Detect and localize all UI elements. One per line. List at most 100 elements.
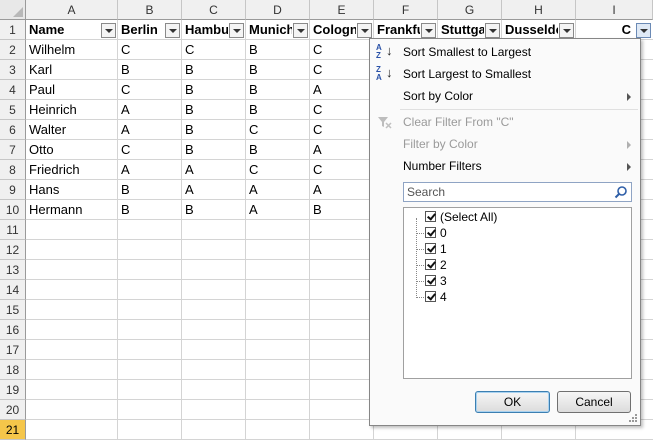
sort-smallest-to-largest[interactable]: A Z ↓ Sort Smallest to Largest bbox=[370, 41, 640, 63]
column-header-h[interactable]: H bbox=[502, 0, 576, 20]
row-header-5[interactable]: 5 bbox=[0, 100, 26, 120]
row-header-4[interactable]: 4 bbox=[0, 80, 26, 100]
row-header-16[interactable]: 16 bbox=[0, 320, 26, 340]
ok-button[interactable]: OK bbox=[475, 391, 550, 413]
row-header-9[interactable]: 9 bbox=[0, 180, 26, 200]
filter-dropdown-a[interactable] bbox=[101, 23, 116, 38]
header-cell[interactable]: Cologn bbox=[310, 20, 356, 40]
cell[interactable]: B bbox=[118, 200, 182, 220]
cell[interactable]: Walter bbox=[26, 120, 118, 140]
cell[interactable]: A bbox=[310, 140, 374, 160]
filter-dropdown-e[interactable] bbox=[357, 23, 372, 38]
row-header-20[interactable]: 20 bbox=[0, 400, 26, 420]
row-header-19[interactable]: 19 bbox=[0, 380, 26, 400]
resize-grip-icon[interactable] bbox=[628, 413, 638, 423]
header-cell[interactable]: Munich bbox=[246, 20, 292, 40]
cell[interactable]: C bbox=[118, 40, 182, 60]
row-header-8[interactable]: 8 bbox=[0, 160, 26, 180]
cell[interactable]: A bbox=[118, 120, 182, 140]
cell[interactable]: A bbox=[310, 80, 374, 100]
column-header-d[interactable]: D bbox=[246, 0, 310, 20]
cell[interactable]: B bbox=[246, 80, 310, 100]
row-header-14[interactable]: 14 bbox=[0, 280, 26, 300]
cell[interactable]: A bbox=[246, 180, 310, 200]
header-cell[interactable]: Stuttga bbox=[438, 20, 484, 40]
row-header-10[interactable]: 10 bbox=[0, 200, 26, 220]
header-cell[interactable]: Dusseldo bbox=[502, 20, 558, 40]
filter-dropdown-f[interactable] bbox=[421, 23, 436, 38]
filter-dropdown-b[interactable] bbox=[165, 23, 180, 38]
select-all-corner[interactable] bbox=[0, 0, 26, 20]
filter-dropdown-g[interactable] bbox=[485, 23, 500, 38]
header-cell[interactable]: Berlin bbox=[118, 20, 164, 40]
cell[interactable]: C bbox=[246, 160, 310, 180]
cell[interactable]: B bbox=[182, 60, 246, 80]
column-header-e[interactable]: E bbox=[310, 0, 374, 20]
cell[interactable]: Karl bbox=[26, 60, 118, 80]
cell[interactable]: Hans bbox=[26, 180, 118, 200]
filter-value-checkbox[interactable] bbox=[425, 291, 436, 302]
cell[interactable]: A bbox=[246, 200, 310, 220]
row-header-17[interactable]: 17 bbox=[0, 340, 26, 360]
cell[interactable]: B bbox=[182, 140, 246, 160]
select-all-checkbox[interactable] bbox=[425, 211, 436, 222]
filter-value-checkbox[interactable] bbox=[425, 243, 436, 254]
cell[interactable]: Hermann bbox=[26, 200, 118, 220]
row-header-6[interactable]: 6 bbox=[0, 120, 26, 140]
filter-value-checkbox[interactable] bbox=[425, 275, 436, 286]
cell[interactable]: C bbox=[118, 80, 182, 100]
cell[interactable]: C bbox=[182, 40, 246, 60]
cell[interactable]: Wilhelm bbox=[26, 40, 118, 60]
column-header-f[interactable]: F bbox=[374, 0, 438, 20]
filter-value-item[interactable]: 1 bbox=[404, 241, 604, 257]
column-header-a[interactable]: A bbox=[26, 0, 118, 20]
cell[interactable]: B bbox=[118, 180, 182, 200]
cell[interactable]: B bbox=[246, 40, 310, 60]
cell[interactable]: B bbox=[246, 100, 310, 120]
row-header-1[interactable]: 1 bbox=[0, 20, 26, 40]
cell[interactable]: A bbox=[310, 180, 374, 200]
sort-largest-to-smallest[interactable]: Z A ↓ Sort Largest to Smallest bbox=[370, 63, 640, 85]
row-header-18[interactable]: 18 bbox=[0, 360, 26, 380]
cancel-button[interactable]: Cancel bbox=[557, 391, 631, 413]
filter-dropdown-c[interactable] bbox=[229, 23, 244, 38]
column-header-b[interactable]: B bbox=[118, 0, 182, 20]
column-header-i[interactable]: I bbox=[576, 0, 653, 20]
number-filters[interactable]: Number Filters bbox=[370, 155, 640, 177]
cell[interactable]: B bbox=[118, 60, 182, 80]
cell[interactable]: B bbox=[182, 120, 246, 140]
cell[interactable]: B bbox=[182, 200, 246, 220]
cell[interactable]: Friedrich bbox=[26, 160, 118, 180]
filter-dropdown-d[interactable] bbox=[293, 23, 308, 38]
header-cell[interactable]: C bbox=[576, 20, 635, 40]
cell[interactable]: A bbox=[118, 100, 182, 120]
cell[interactable]: C bbox=[310, 40, 374, 60]
cell[interactable]: B bbox=[182, 100, 246, 120]
row-header-21[interactable]: 21 bbox=[0, 420, 26, 440]
cell[interactable]: Heinrich bbox=[26, 100, 118, 120]
filter-value-item[interactable]: 2 bbox=[404, 257, 604, 273]
select-all-item[interactable]: (Select All) bbox=[404, 209, 604, 225]
row-header-3[interactable]: 3 bbox=[0, 60, 26, 80]
row-header-13[interactable]: 13 bbox=[0, 260, 26, 280]
row-header-12[interactable]: 12 bbox=[0, 240, 26, 260]
cell[interactable]: B bbox=[182, 80, 246, 100]
filter-dropdown-i[interactable] bbox=[636, 23, 651, 38]
cell[interactable]: C bbox=[310, 100, 374, 120]
cell[interactable]: C bbox=[118, 140, 182, 160]
row-header-11[interactable]: 11 bbox=[0, 220, 26, 240]
filter-value-item[interactable]: 3 bbox=[404, 273, 604, 289]
row-header-7[interactable]: 7 bbox=[0, 140, 26, 160]
row-header-15[interactable]: 15 bbox=[0, 300, 26, 320]
filter-value-checkbox[interactable] bbox=[425, 259, 436, 270]
cell[interactable]: B bbox=[310, 200, 374, 220]
cell[interactable]: C bbox=[310, 160, 374, 180]
cell[interactable]: C bbox=[310, 60, 374, 80]
sort-by-color[interactable]: Sort by Color bbox=[370, 85, 640, 107]
cell[interactable]: C bbox=[310, 120, 374, 140]
column-header-g[interactable]: G bbox=[438, 0, 502, 20]
column-header-c[interactable]: C bbox=[182, 0, 246, 20]
row-header-2[interactable]: 2 bbox=[0, 40, 26, 60]
filter-value-checkbox[interactable] bbox=[425, 227, 436, 238]
cell[interactable]: B bbox=[246, 140, 310, 160]
